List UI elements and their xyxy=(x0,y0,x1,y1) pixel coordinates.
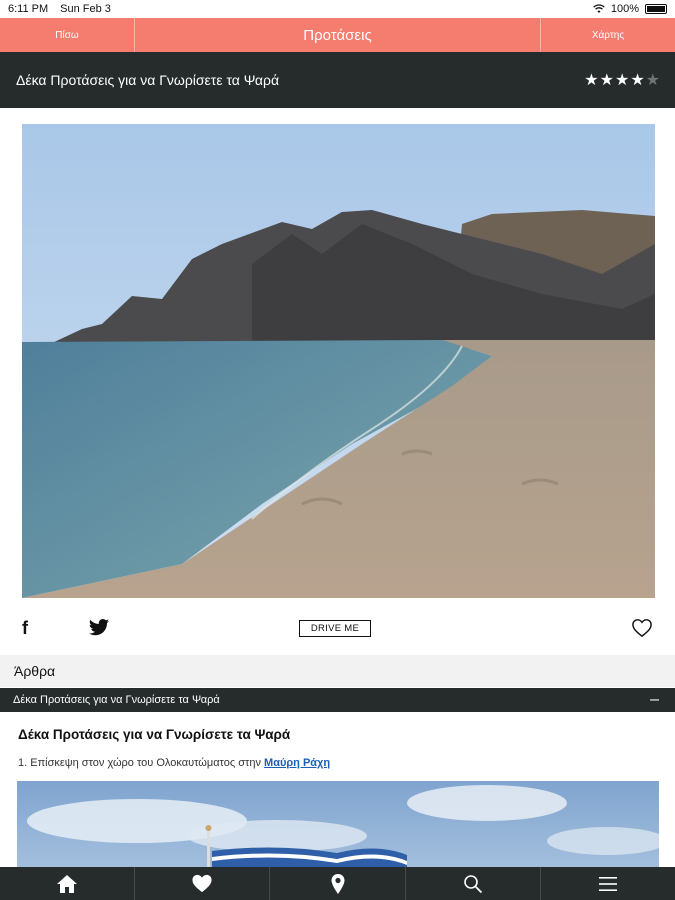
mavri-rachi-link[interactable]: Μαύρη Ράχη xyxy=(264,757,330,769)
article-item-text: 1. Επίσκεψη στον χώρο του Ολοκαυτώματος … xyxy=(18,757,265,769)
wifi-icon xyxy=(593,4,605,13)
menu-icon xyxy=(598,876,617,891)
home-icon xyxy=(57,874,78,893)
nav-bar: Πίσω Προτάσεις Χάρτης xyxy=(0,18,675,52)
favorite-heart-icon[interactable] xyxy=(631,618,653,638)
nav-title: Προτάσεις xyxy=(303,26,372,44)
title-bar: Δέκα Προτάσεις για να Γνωρίσετε τα Ψαρά … xyxy=(0,52,675,108)
map-pin-icon xyxy=(331,873,344,894)
status-bar: 6:11 PM Sun Feb 3 100% xyxy=(0,0,675,18)
article-photo xyxy=(17,781,659,867)
battery-percent: 100% xyxy=(610,3,639,15)
article-accordion-header[interactable]: Δέκα Προτάσεις για να Γνωρίσετε τα Ψαρά … xyxy=(0,688,675,712)
tab-menu[interactable] xyxy=(541,867,675,900)
facebook-icon[interactable]: f xyxy=(22,618,28,639)
status-date: Sun Feb 3 xyxy=(60,3,111,15)
search-icon xyxy=(463,874,482,893)
articles-section-label: Άρθρα xyxy=(0,655,675,687)
article-title: Δέκα Προτάσεις για να Γνωρίσετε τα Ψαρά xyxy=(18,727,291,742)
tab-home[interactable] xyxy=(0,867,136,900)
bottom-tab-bar xyxy=(0,867,675,900)
share-row: f DRIVE ME xyxy=(0,608,675,648)
content-area[interactable]: f DRIVE ME Άρθρα Δέκα Προτάσεις για να Γ… xyxy=(0,108,675,867)
hero-image xyxy=(22,124,655,598)
page-title: Δέκα Προτάσεις για να Γνωρίσετε τα Ψαρά xyxy=(16,72,280,88)
twitter-icon[interactable] xyxy=(88,618,110,638)
star-filled-icon: ★ xyxy=(599,72,615,89)
accordion-title: Δέκα Προτάσεις για να Γνωρίσετε τα Ψαρά xyxy=(13,694,220,706)
drive-me-button[interactable]: DRIVE ME xyxy=(299,620,371,637)
star-rating: ★★★★★ xyxy=(584,70,661,90)
tab-map[interactable] xyxy=(270,867,406,900)
star-filled-icon: ★ xyxy=(584,72,600,89)
status-time: 6:11 PM xyxy=(8,3,49,15)
tab-search[interactable] xyxy=(406,867,541,900)
beach-photo xyxy=(22,124,655,598)
heart-icon xyxy=(192,874,212,893)
article-item: 1. Επίσκεψη στον χώρο του Ολοκαυτώματος … xyxy=(18,757,330,769)
flag-photo xyxy=(17,781,659,867)
battery-icon xyxy=(645,4,667,14)
star-filled-icon: ★ xyxy=(630,72,646,89)
back-button[interactable]: Πίσω xyxy=(0,18,135,52)
star-filled-icon: ★ xyxy=(614,72,631,89)
star-empty-icon: ★ xyxy=(645,72,661,89)
tab-favorites[interactable] xyxy=(135,867,271,900)
map-button[interactable]: Χάρτης xyxy=(540,18,675,52)
collapse-toggle[interactable]: – xyxy=(650,692,659,708)
